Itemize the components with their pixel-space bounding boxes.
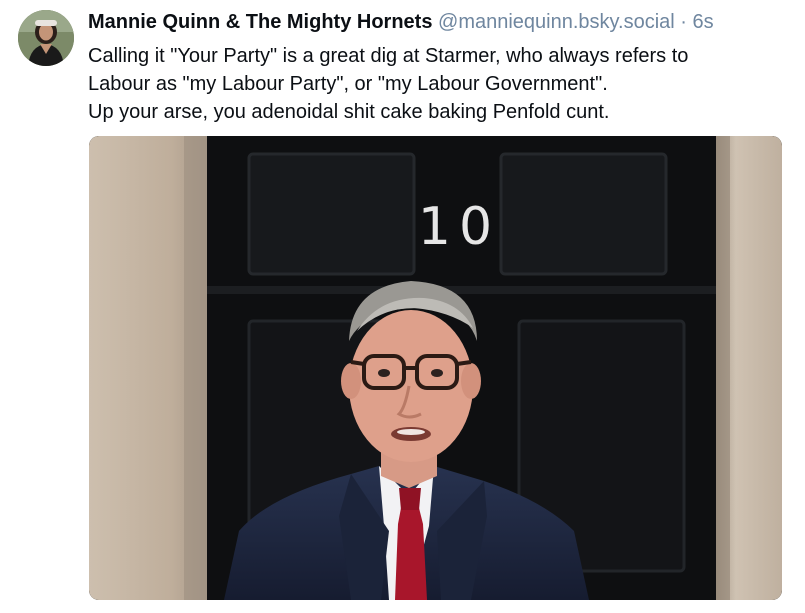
- separator-dot: ·: [680, 11, 687, 33]
- post-text-line: Labour as "my Labour Party", or "my Labo…: [88, 73, 608, 95]
- post-image[interactable]: 10: [89, 136, 782, 600]
- author-handle[interactable]: @manniequinn.bsky.social: [438, 11, 675, 33]
- avatar-photo-icon: [18, 10, 74, 66]
- post: Mannie Quinn & The Mighty Hornets @manni…: [0, 0, 805, 613]
- post-text: Calling it "Your Party" is a great dig a…: [88, 42, 798, 126]
- author-display-name[interactable]: Mannie Quinn & The Mighty Hornets: [88, 11, 432, 33]
- post-timestamp[interactable]: 6s: [693, 11, 714, 33]
- post-text-line: Calling it "Your Party" is a great dig a…: [88, 45, 689, 67]
- post-text-line: Up your arse, you adenoidal shit cake ba…: [88, 101, 610, 123]
- photo-downing-street: 10: [89, 136, 782, 600]
- author-avatar[interactable]: [18, 10, 74, 66]
- post-header: Mannie Quinn & The Mighty Hornets @manni…: [88, 9, 798, 35]
- door-number: 10: [418, 197, 500, 257]
